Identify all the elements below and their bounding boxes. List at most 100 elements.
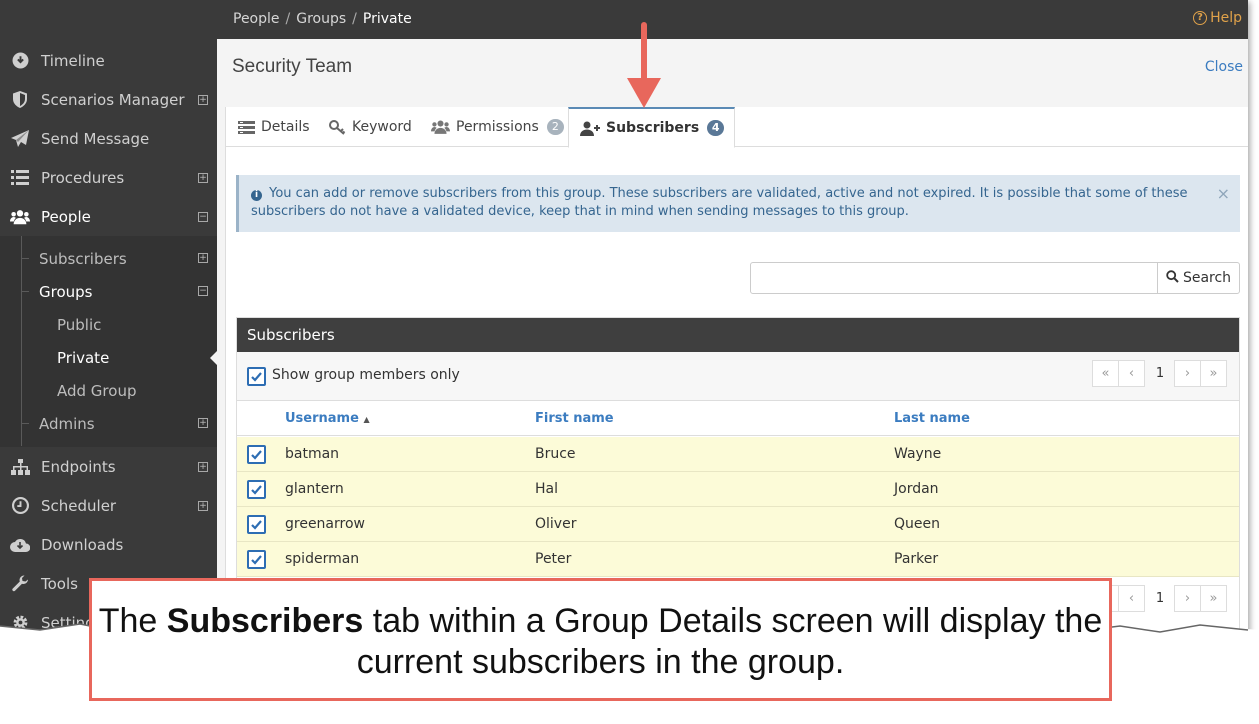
pager-page-number[interactable]: 1 [1145, 585, 1175, 612]
sidebar-subitem-admins[interactable]: Admins [39, 407, 95, 440]
cell-first-name: Peter [535, 551, 572, 567]
users-icon [10, 207, 30, 227]
column-header-last-name[interactable]: Last name [894, 411, 970, 426]
expand-icon[interactable]: + [198, 172, 208, 183]
cell-username: batman [285, 446, 340, 462]
row-checkbox[interactable] [247, 550, 266, 569]
tab-label: Subscribers [606, 120, 700, 136]
annotation-arrow [627, 22, 661, 108]
sidebar-item-label: Send Message [41, 129, 150, 148]
key-icon [329, 119, 346, 135]
search-button-label: Search [1182, 270, 1232, 286]
sidebar-item-label: Endpoints [41, 457, 116, 476]
top-bar: People / Groups / Private ? Help [217, 0, 1248, 39]
caption-box: The Subscribers tab within a Group Detai… [89, 578, 1112, 701]
sidebar-item-procedures[interactable]: Procedures + [0, 158, 217, 197]
subscribers-panel-title: Subscribers [237, 318, 1239, 352]
group-icon [431, 120, 450, 134]
row-checkbox[interactable] [247, 515, 266, 534]
pager-next-button[interactable]: › [1174, 585, 1201, 612]
collapse-icon[interactable]: − [198, 211, 208, 222]
sidebar-subitem-groups[interactable]: Groups [39, 275, 92, 308]
help-link[interactable]: ? Help [1193, 10, 1242, 26]
show-members-checkbox[interactable] [247, 367, 266, 386]
question-circle-icon: ? [1193, 11, 1208, 25]
search-icon [1166, 269, 1179, 287]
tab-subscribers[interactable]: Subscribers 4 [568, 107, 736, 148]
cell-last-name: Parker [894, 551, 939, 567]
sidebar-subitem-label: Add Group [57, 381, 137, 400]
sidebar-item-people[interactable]: People − [0, 197, 217, 236]
sidebar-subitem-public[interactable]: Public [57, 308, 101, 341]
tab-label: Keyword [352, 119, 412, 135]
expand-icon[interactable]: + [198, 253, 208, 263]
search-input[interactable] [750, 262, 1158, 294]
pagination-top: « ‹ 1 › » [1092, 360, 1227, 387]
breadcrumb-groups[interactable]: Groups [296, 11, 346, 27]
breadcrumb-people[interactable]: People [233, 11, 280, 27]
sidebar-subitem-private[interactable]: Private [57, 341, 109, 374]
info-alert: i You can add or remove subscribers from… [236, 175, 1240, 232]
sidebar-item-downloads[interactable]: Downloads [0, 525, 217, 564]
pager-prev-button[interactable]: ‹ [1118, 360, 1145, 387]
caption-prefix: The [98, 602, 167, 640]
sidebar-subitem-add-group[interactable]: Add Group [57, 374, 136, 407]
table-row[interactable]: spiderman Peter Parker [237, 542, 1239, 577]
pager-prev-button[interactable]: ‹ [1118, 585, 1145, 612]
caption-rest: tab within a Group Details screen will d… [356, 602, 1103, 681]
pager-last-button[interactable]: » [1200, 360, 1227, 387]
sidebar-subitem-label: Admins [39, 414, 95, 433]
details-icon [238, 120, 255, 134]
collapse-icon[interactable]: − [198, 286, 208, 296]
sidebar-subitem-label: Private [57, 348, 110, 367]
sidebar-item-scenarios-manager[interactable]: Scenarios Manager + [0, 80, 217, 119]
close-link[interactable]: Close [1205, 59, 1243, 75]
column-header-first-name[interactable]: First name [535, 411, 614, 426]
sidebar-item-label: Downloads [41, 535, 124, 554]
paper-plane-icon [10, 129, 30, 149]
permissions-count-badge: 2 [546, 119, 564, 135]
sidebar-subitem-subscribers[interactable]: Subscribers [39, 242, 127, 275]
tab-keyword[interactable]: Keyword [329, 107, 412, 147]
pager-last-button[interactable]: » [1200, 585, 1227, 612]
sidebar-item-endpoints[interactable]: Endpoints + [0, 447, 217, 486]
info-icon: i [251, 190, 262, 201]
sidebar-item-timeline[interactable]: Timeline [0, 41, 217, 80]
sidebar: Timeline Scenarios Manager + Send Messag… [0, 0, 218, 640]
sidebar-item-label: Scheduler [41, 496, 117, 515]
cloud-download-icon [10, 535, 30, 555]
info-alert-text: You can add or remove subscribers from t… [251, 186, 1188, 219]
row-checkbox[interactable] [247, 480, 266, 499]
expand-icon[interactable]: + [198, 461, 208, 472]
tab-details[interactable]: Details [238, 107, 310, 147]
table-row[interactable]: batman Bruce Wayne [237, 437, 1239, 472]
cell-username: spiderman [285, 551, 360, 567]
table-header: Username ▲ First name Last name [237, 401, 1239, 436]
sitemap-icon [10, 457, 30, 477]
close-icon[interactable]: × [1217, 185, 1230, 203]
expand-icon[interactable]: + [198, 94, 208, 105]
sidebar-item-label: Procedures [41, 168, 125, 187]
sidebar-item-scheduler[interactable]: Scheduler + [0, 486, 217, 525]
pager-first-button[interactable]: « [1092, 360, 1119, 387]
timeline-icon [10, 51, 30, 71]
table-row[interactable]: greenarrow Oliver Queen [237, 507, 1239, 542]
sidebar-item-send-message[interactable]: Send Message [0, 119, 217, 158]
expand-icon[interactable]: + [198, 500, 208, 511]
wrench-icon [10, 574, 30, 594]
pager-next-button[interactable]: › [1174, 360, 1201, 387]
show-members-label: Show group members only [272, 367, 460, 383]
pagination-bottom: « ‹ 1 › » [1092, 585, 1227, 612]
help-label: Help [1210, 10, 1242, 26]
table-row[interactable]: glantern Hal Jordan [237, 472, 1239, 507]
pager-page-number[interactable]: 1 [1145, 360, 1175, 387]
column-header-username[interactable]: Username ▲ [285, 411, 370, 426]
expand-icon[interactable]: + [198, 418, 208, 428]
tab-permissions[interactable]: Permissions 2 [431, 107, 564, 147]
search-button[interactable]: Search [1157, 262, 1240, 294]
cell-last-name: Jordan [894, 481, 939, 497]
row-checkbox[interactable] [247, 445, 266, 464]
cell-first-name: Bruce [535, 446, 576, 462]
cell-last-name: Queen [894, 516, 940, 532]
sidebar-subitem-label: Subscribers [39, 249, 127, 268]
